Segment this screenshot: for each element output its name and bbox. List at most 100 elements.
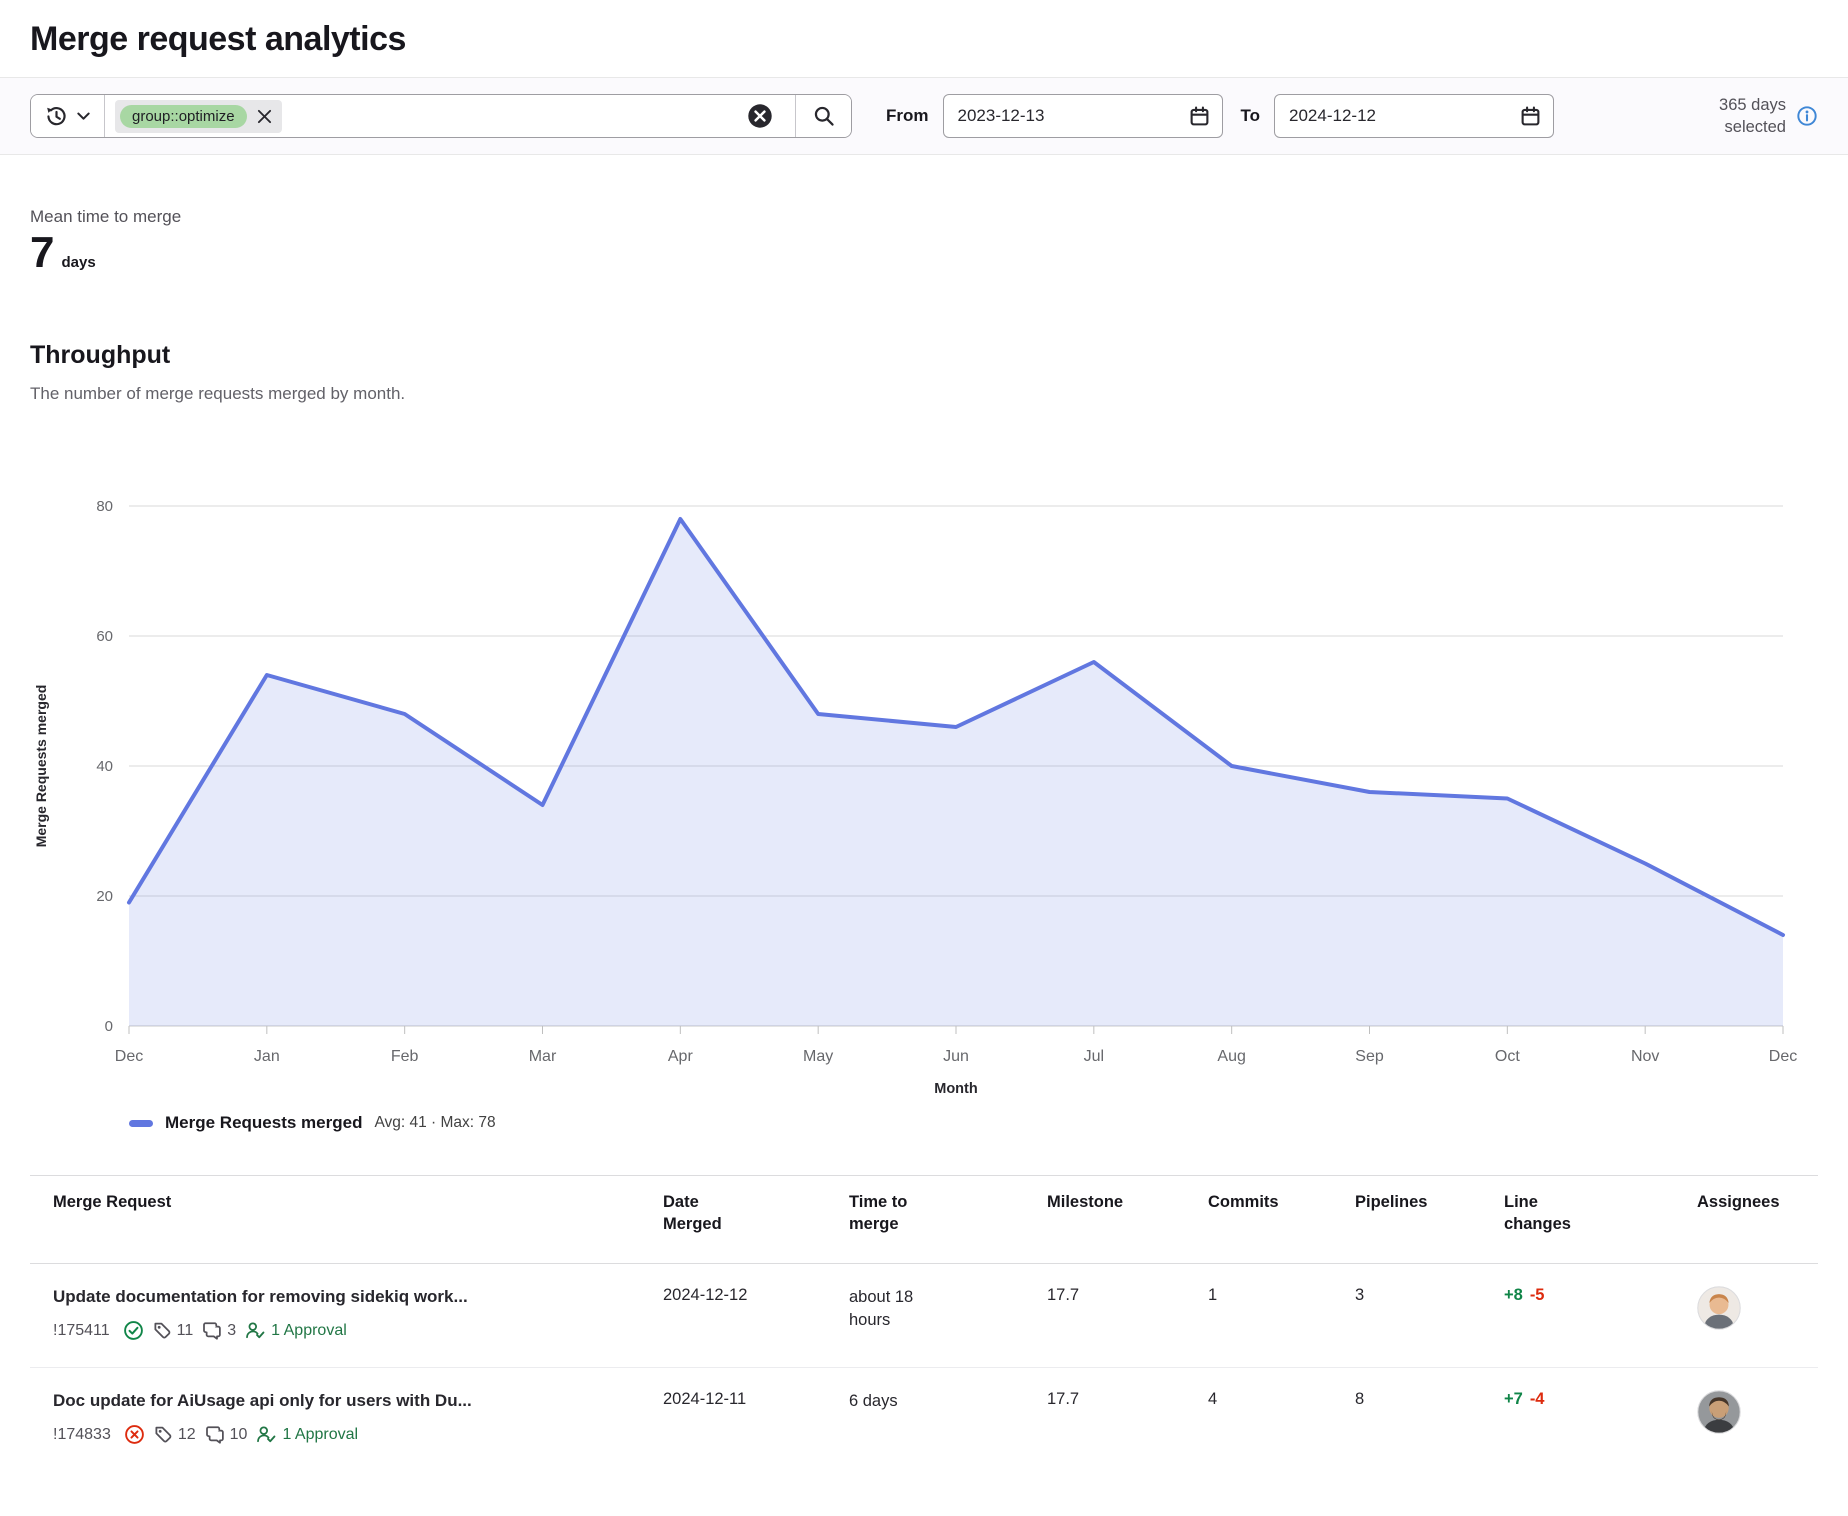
deletions: -5 [1530, 1286, 1545, 1304]
svg-text:60: 60 [96, 628, 113, 645]
svg-text:May: May [803, 1048, 833, 1065]
throughput-chart-area: 020406080DecJanFebMarAprMayJunJulAugSepO… [30, 428, 1818, 1133]
comments-icon [205, 1425, 225, 1445]
pipeline-failed-icon [124, 1424, 145, 1445]
header-pipelines: Pipelines [1355, 1176, 1504, 1241]
clear-search-button[interactable] [735, 103, 785, 129]
svg-text:Dec: Dec [1769, 1048, 1797, 1065]
calendar-icon [1520, 106, 1541, 127]
comments-icon [202, 1321, 222, 1341]
search-icon [813, 105, 835, 127]
labels-icon [153, 1321, 172, 1340]
labels-count: 11 [177, 1322, 194, 1340]
table-header-row: Merge Request Date Merged Time to merge … [30, 1176, 1818, 1264]
history-icon [45, 105, 68, 128]
header-commits: Commits [1208, 1176, 1355, 1241]
search-input[interactable]: group::optimize [105, 95, 795, 137]
cell-milestone: 17.7 [1047, 1368, 1208, 1435]
cell-line-changes: +7 -4 [1504, 1368, 1697, 1435]
svg-text:40: 40 [96, 758, 113, 775]
approval-icon [256, 1425, 276, 1445]
stat-label: Mean time to merge [30, 207, 1818, 227]
header-merge-request: Merge Request [30, 1176, 663, 1241]
labels-count: 12 [178, 1426, 196, 1444]
days-selected: 365 days selected [1719, 94, 1818, 139]
page-title: Merge request analytics [0, 0, 1848, 77]
cell-commits: 1 [1208, 1264, 1355, 1331]
svg-text:Oct: Oct [1495, 1048, 1520, 1065]
legend-label: Merge Requests merged [165, 1113, 362, 1133]
approvals-label: 1 Approval [282, 1426, 358, 1444]
info-icon[interactable] [1796, 105, 1818, 127]
approvals-label: 1 Approval [271, 1322, 347, 1340]
cell-assignees [1697, 1264, 1818, 1356]
comments-count: 10 [230, 1426, 248, 1444]
to-date-input[interactable]: 2024-12-12 [1274, 94, 1554, 138]
header-line-changes: Line changes [1504, 1176, 1697, 1263]
table-row: Update documentation for removing sideki… [30, 1264, 1818, 1368]
mr-title-link[interactable]: Doc update for AiUsage api only for user… [53, 1390, 643, 1412]
remove-token-icon[interactable] [257, 109, 272, 124]
merge-request-table: Merge Request Date Merged Time to merge … [30, 1175, 1818, 1471]
svg-text:Feb: Feb [391, 1048, 419, 1065]
avatar[interactable] [1697, 1390, 1741, 1434]
table-row: Doc update for AiUsage api only for user… [30, 1368, 1818, 1471]
filter-bar: group::optimize [0, 77, 1848, 155]
legend-item[interactable]: Merge Requests merged Avg: 41 · Max: 78 [30, 1113, 1818, 1133]
chevron-down-icon [77, 112, 90, 121]
svg-text:Apr: Apr [668, 1048, 694, 1065]
svg-text:Dec: Dec [115, 1048, 143, 1065]
cell-date-merged: 2024-12-11 [663, 1368, 849, 1435]
pipeline-success-icon [123, 1320, 144, 1341]
from-date-input[interactable]: 2023-12-13 [943, 94, 1223, 138]
cell-time-to-merge: about 18 hours [849, 1264, 1047, 1357]
filtered-search: group::optimize [30, 94, 852, 138]
to-date-value: 2024-12-12 [1289, 106, 1376, 126]
avatar[interactable] [1697, 1286, 1741, 1330]
header-assignees: Assignees [1697, 1176, 1818, 1241]
search-history-dropdown[interactable] [31, 95, 105, 137]
svg-text:Jun: Jun [943, 1048, 969, 1065]
comments-count: 3 [227, 1322, 236, 1340]
svg-text:Jan: Jan [254, 1048, 280, 1065]
days-selected-text: 365 days selected [1719, 94, 1786, 139]
svg-text:Jul: Jul [1084, 1048, 1104, 1065]
approvals: 1 Approval [245, 1321, 347, 1341]
svg-text:Nov: Nov [1631, 1048, 1659, 1065]
svg-text:Aug: Aug [1217, 1048, 1245, 1065]
filter-token[interactable]: group::optimize [115, 100, 282, 133]
to-label: To [1241, 106, 1261, 126]
cell-assignees [1697, 1368, 1818, 1460]
approvals: 1 Approval [256, 1425, 358, 1445]
mr-title-link[interactable]: Update documentation for removing sideki… [53, 1286, 643, 1308]
cell-date-merged: 2024-12-12 [663, 1264, 849, 1331]
throughput-heading: Throughput [0, 277, 1848, 370]
cell-pipelines: 8 [1355, 1368, 1504, 1435]
additions: +7 [1504, 1390, 1523, 1408]
throughput-description: The number of merge requests merged by m… [0, 370, 1848, 404]
cell-line-changes: +8 -5 [1504, 1264, 1697, 1331]
throughput-chart: 020406080DecJanFebMarAprMayJunJulAugSepO… [30, 428, 1818, 1076]
calendar-icon [1189, 106, 1210, 127]
cell-pipelines: 3 [1355, 1264, 1504, 1331]
cell-time-to-merge: 6 days [849, 1368, 1047, 1438]
svg-text:Merge Requests merged: Merge Requests merged [33, 685, 49, 848]
header-date-merged: Date Merged [663, 1176, 849, 1263]
search-button[interactable] [795, 95, 851, 137]
additions: +8 [1504, 1286, 1523, 1304]
mean-time-to-merge-stat: Mean time to merge 7 days [0, 155, 1848, 277]
legend-stats: Avg: 41 · Max: 78 [374, 1114, 495, 1132]
stat-value: 7 [30, 229, 54, 277]
header-milestone: Milestone [1047, 1176, 1208, 1241]
x-axis-title: Month [129, 1081, 1783, 1097]
cell-commits: 4 [1208, 1368, 1355, 1435]
mr-id: !175411 [53, 1322, 110, 1340]
deletions: -4 [1530, 1390, 1545, 1408]
legend-swatch [129, 1120, 153, 1127]
cell-milestone: 17.7 [1047, 1264, 1208, 1331]
svg-text:20: 20 [96, 888, 113, 905]
from-date-value: 2023-12-13 [958, 106, 1045, 126]
svg-text:80: 80 [96, 498, 113, 515]
mr-id: !174833 [53, 1426, 111, 1444]
filter-token-label: group::optimize [120, 105, 247, 128]
